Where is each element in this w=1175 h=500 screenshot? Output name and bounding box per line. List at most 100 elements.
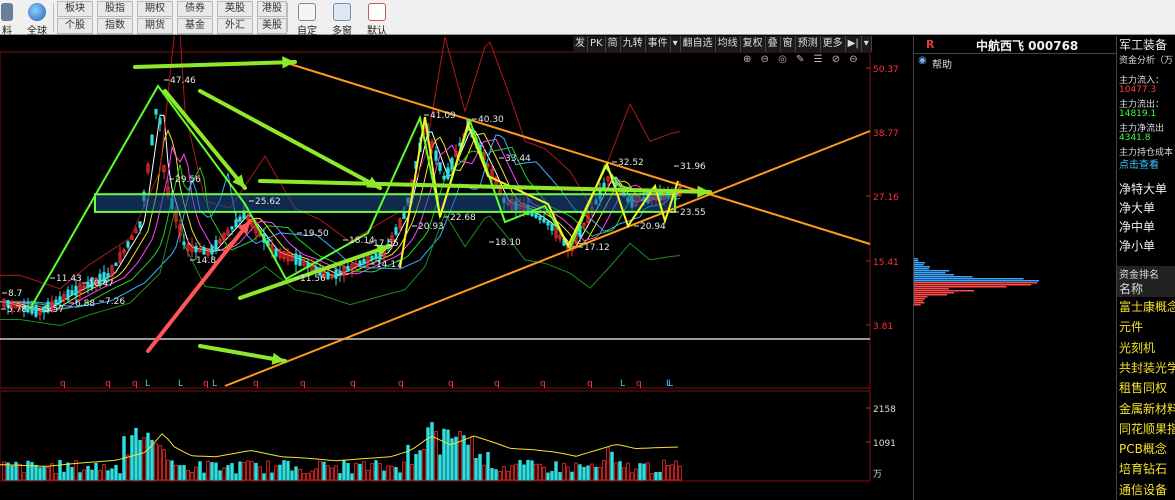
order-row-label[interactable]: 净大单 xyxy=(1119,199,1155,216)
depth-bar xyxy=(914,290,974,292)
volume-bar xyxy=(142,437,146,481)
candle-body xyxy=(106,273,110,278)
volume-bar xyxy=(158,445,162,481)
volume-bar xyxy=(22,472,26,481)
chart-tool-item[interactable]: 翻自选 xyxy=(681,36,716,52)
chart-tool-item[interactable]: ▶| xyxy=(846,36,862,52)
global-button[interactable]: 全球 xyxy=(20,1,54,37)
depth-bar xyxy=(914,282,1038,284)
volume-bar xyxy=(502,466,506,481)
volume-bar xyxy=(554,461,558,481)
volume-bar xyxy=(258,466,262,481)
concept-item[interactable]: PCB概念 xyxy=(1119,440,1167,457)
volume-bar xyxy=(54,473,58,481)
market-button[interactable]: 板块 xyxy=(57,1,93,17)
custom-button[interactable]: 自定 xyxy=(290,1,324,37)
concept-item[interactable]: 共封装光学 xyxy=(1119,359,1175,376)
kline-chart[interactable]: 50.37 38.77 27.16 15.41 3.81 47.46 29.56 25.62 4… xyxy=(0,36,912,500)
volume-bar xyxy=(558,472,562,481)
chart-tool-item[interactable]: ▾ xyxy=(862,36,872,52)
name-header: 名称 xyxy=(1117,280,1175,297)
volume-bar xyxy=(398,472,402,481)
data-button[interactable]: 料 xyxy=(0,1,14,37)
volume-bar xyxy=(318,460,322,481)
chart-tool-item[interactable]: 预测 xyxy=(796,36,821,52)
outflow-value: 14819.1 xyxy=(1119,109,1157,119)
market-button[interactable]: 英股 xyxy=(217,1,253,17)
volume-bar xyxy=(198,461,202,481)
chart-tool-item[interactable]: 发 xyxy=(573,36,588,52)
volume-bar xyxy=(246,460,250,481)
candle-body xyxy=(154,108,158,115)
price-tick-label: 50.37 xyxy=(873,65,899,75)
volume-bar xyxy=(438,454,442,481)
event-marker: q xyxy=(494,379,500,389)
chart-tool-icons[interactable]: ⊕ ⊖ ◎ ✎ ☰ ⊘ ⊖ xyxy=(743,54,861,65)
market-button[interactable]: 港股 xyxy=(257,1,287,17)
depth-bar xyxy=(914,276,973,278)
event-marker: q xyxy=(636,379,642,389)
chart-tool-item[interactable]: 窗 xyxy=(781,36,796,52)
chart-tool-item[interactable]: 事件 xyxy=(646,36,671,52)
click-to-view-link[interactable]: 点击查看 xyxy=(1119,156,1159,171)
globe-icon xyxy=(28,3,46,21)
volume-bar xyxy=(402,461,406,481)
order-row-label[interactable]: 净中单 xyxy=(1119,218,1155,235)
chart-tool-item[interactable]: 更多 xyxy=(821,36,846,52)
multi-window-button[interactable]: 多窗 xyxy=(325,1,359,37)
depth-bar xyxy=(914,304,921,306)
depth-bar xyxy=(914,288,949,290)
candle-body xyxy=(402,211,406,219)
market-button[interactable]: 期货 xyxy=(137,18,173,34)
help-row[interactable]: ◉ 帮助 xyxy=(914,54,1116,71)
concept-item[interactable]: 培育钻石 xyxy=(1119,460,1167,477)
chart-tool-item[interactable]: 均线 xyxy=(716,36,741,52)
volume-bar xyxy=(6,462,10,481)
default-button[interactable]: 默认 xyxy=(360,1,394,37)
concept-item[interactable]: 租售同权 xyxy=(1119,379,1167,396)
volume-bar xyxy=(234,473,238,481)
market-button[interactable]: 期权 xyxy=(137,1,173,17)
market-button[interactable]: 基金 xyxy=(177,18,213,34)
market-button[interactable]: 外汇 xyxy=(217,18,253,34)
chart-tool-item[interactable]: PK xyxy=(588,36,606,52)
volume-bar xyxy=(162,449,166,481)
volume-bar xyxy=(182,465,186,481)
concept-item[interactable]: 通信设备 xyxy=(1119,481,1167,498)
concept-item[interactable]: 元件 xyxy=(1119,318,1143,335)
candle-body xyxy=(234,219,238,228)
order-row-label[interactable]: 净特大单 xyxy=(1119,180,1167,197)
chart-tool-item[interactable]: ▾ xyxy=(671,36,681,52)
volume-bar xyxy=(178,465,182,481)
depth-bar xyxy=(914,262,926,264)
market-button[interactable]: 指数 xyxy=(97,18,133,34)
volume-bar xyxy=(666,464,670,481)
concept-item[interactable]: 同花顺果指 xyxy=(1119,420,1175,437)
chart-tool-item[interactable]: 叠 xyxy=(766,36,781,52)
volume-bar xyxy=(362,461,366,481)
chart-tool-item[interactable]: 复权 xyxy=(741,36,766,52)
market-button[interactable]: 债券 xyxy=(177,1,213,17)
volume-bar xyxy=(614,462,618,481)
concept-item[interactable]: 光刻机 xyxy=(1119,339,1155,356)
rank-header: 资金排名 xyxy=(1117,266,1175,281)
order-row-label[interactable]: 净小单 xyxy=(1119,237,1155,254)
trading-app: 料 全球 板块 股指 期权 债券 英股 港股 个股 指数 期货 基金 外汇 美股 自定 多窗 默认 … xyxy=(0,0,1175,500)
volume-bar xyxy=(218,470,222,481)
volume-bar xyxy=(366,469,370,481)
market-button[interactable]: 个股 xyxy=(57,18,93,34)
chart-tool-item[interactable]: 九转 xyxy=(621,36,646,52)
volume-bar xyxy=(306,472,310,481)
volume-bar xyxy=(514,463,518,481)
concept-item[interactable]: 金属新材料 xyxy=(1119,400,1175,417)
margin-marker: R xyxy=(926,38,935,51)
market-button[interactable]: 股指 xyxy=(97,1,133,17)
chart-tool-item[interactable]: 简 xyxy=(606,36,621,52)
volume-bar xyxy=(486,451,490,481)
concept-item[interactable]: 富士康概念 xyxy=(1119,298,1175,315)
event-marker: q xyxy=(398,379,404,389)
market-button[interactable]: 美股 xyxy=(257,18,287,34)
price-label: 31.96 xyxy=(680,162,706,172)
candle-body xyxy=(274,248,278,257)
volume-bar xyxy=(578,464,582,481)
